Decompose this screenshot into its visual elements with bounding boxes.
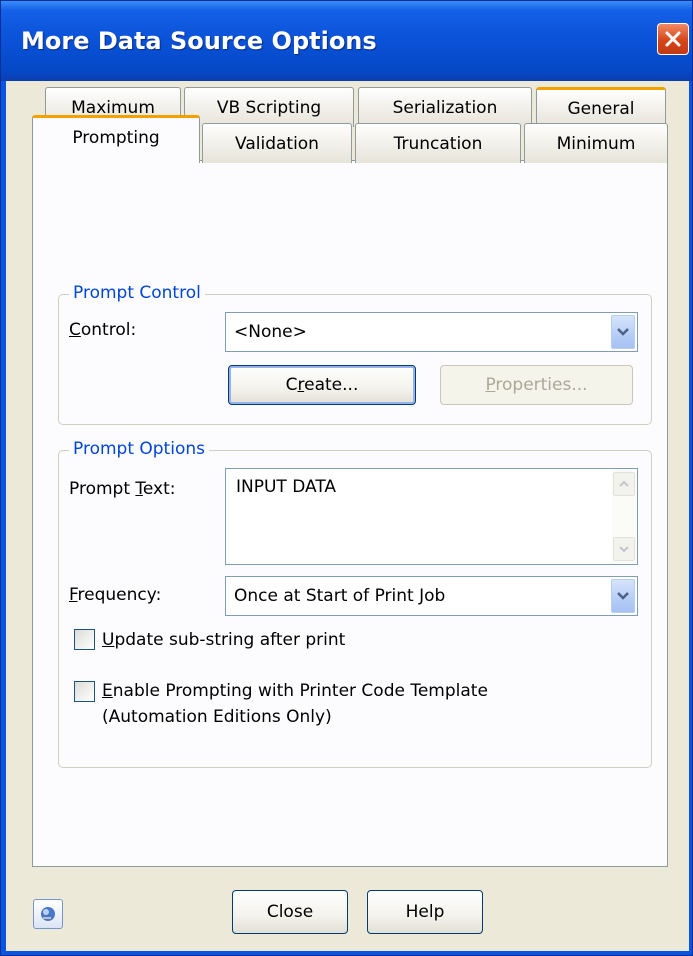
context-help-icon[interactable]: [33, 899, 63, 929]
tab-serialization[interactable]: Serialization: [358, 87, 532, 127]
close-button[interactable]: Close: [232, 890, 348, 934]
close-button-label: Close: [266, 902, 314, 922]
prompt-control-title: Prompt Control: [69, 283, 205, 303]
prompt-text-area[interactable]: INPUT DATA: [225, 468, 638, 565]
enable-prompting-label-line2[interactable]: (Automation Editions Only): [102, 705, 332, 729]
window-title: More Data Source Options: [21, 27, 377, 55]
frequency-label: Frequency:: [69, 585, 162, 605]
properties-button[interactable]: Properties...: [440, 365, 633, 405]
prompt-options-title: Prompt Options: [69, 439, 209, 459]
tab-label: Prompting: [72, 128, 160, 148]
dialog-window: More Data Source Options Maximum VB Scri…: [0, 0, 693, 956]
enable-prompting-checkbox[interactable]: [74, 681, 95, 702]
tab-validation[interactable]: Validation: [202, 123, 352, 163]
frequency-combo-value: Once at Start of Print Job: [234, 586, 446, 606]
create-button[interactable]: Create...: [228, 365, 416, 405]
help-button-label: Help: [405, 902, 445, 922]
tab-vb-scripting[interactable]: VB Scripting: [184, 87, 354, 127]
title-bar[interactable]: More Data Source Options: [1, 1, 692, 81]
control-combo-value: <None>: [234, 322, 307, 342]
tab-truncation[interactable]: Truncation: [355, 123, 521, 163]
update-substring-checkbox[interactable]: [74, 629, 95, 650]
properties-button-label: Properties...: [485, 375, 588, 395]
prompt-text-value: INPUT DATA: [236, 477, 337, 497]
control-combo[interactable]: <None>: [225, 312, 638, 352]
scroll-down-icon[interactable]: [613, 537, 635, 561]
tab-minimum[interactable]: Minimum: [524, 123, 668, 163]
chevron-down-icon[interactable]: [611, 579, 635, 613]
prompt-text-label: Prompt Text:: [69, 479, 176, 499]
close-icon[interactable]: [657, 23, 689, 55]
update-substring-label[interactable]: Update sub-string after print: [102, 628, 345, 652]
tab-label: Validation: [235, 133, 319, 154]
tab-label: Minimum: [556, 133, 636, 154]
chevron-down-icon[interactable]: [611, 315, 635, 349]
create-button-label: Create...: [285, 375, 359, 395]
tab-label: Serialization: [392, 97, 498, 118]
scroll-up-icon[interactable]: [613, 472, 635, 496]
tab-label: Truncation: [393, 133, 483, 154]
tab-prompting[interactable]: Prompting: [32, 115, 200, 163]
tab-label: VB Scripting: [216, 97, 322, 118]
help-button[interactable]: Help: [367, 890, 483, 934]
tab-general[interactable]: General: [536, 87, 666, 127]
enable-prompting-label[interactable]: Enable Prompting with Printer Code Templ…: [102, 679, 488, 703]
prompt-text-scrollbar[interactable]: [612, 470, 636, 563]
frequency-combo[interactable]: Once at Start of Print Job: [225, 576, 638, 616]
control-label: Control:: [69, 320, 137, 340]
tab-label: General: [567, 98, 635, 119]
